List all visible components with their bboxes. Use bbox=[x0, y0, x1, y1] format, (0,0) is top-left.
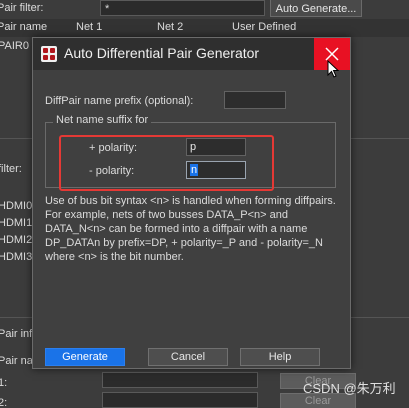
watermark: CSDN @朱万利 bbox=[303, 381, 396, 396]
cancel-button[interactable]: Cancel bbox=[148, 348, 228, 366]
suffix-group-title: Net name suffix for bbox=[53, 114, 152, 126]
help-button[interactable]: Help bbox=[240, 348, 320, 366]
pair-table-header: Pair name Net 1 Net 2 User Defined bbox=[0, 19, 409, 37]
column-net2[interactable]: Net 2 bbox=[157, 21, 183, 33]
generate-button[interactable]: Generate bbox=[45, 348, 125, 366]
column-user-defined[interactable]: User Defined bbox=[232, 21, 296, 33]
dialog-titlebar[interactable]: Auto Differential Pair Generator bbox=[33, 38, 350, 70]
net2-input[interactable] bbox=[102, 392, 258, 408]
help-text: Use of bus bit syntax <n> is handled whe… bbox=[45, 195, 336, 263]
close-icon bbox=[325, 47, 339, 61]
net-list-item[interactable]: HDMI0 bbox=[0, 200, 32, 212]
net-filter-label: filter: bbox=[0, 163, 22, 175]
net-list-item[interactable]: HDMI2 bbox=[0, 234, 32, 246]
mouse-cursor-icon bbox=[327, 60, 339, 78]
net-list-item[interactable]: HDMI3 bbox=[0, 251, 32, 263]
auto-generate-button[interactable]: Auto Generate... bbox=[270, 0, 362, 17]
pair-filter-input[interactable]: * bbox=[100, 0, 265, 16]
pair-row[interactable]: PAIR0 bbox=[0, 40, 29, 52]
net1-input[interactable] bbox=[102, 372, 258, 388]
column-pair-name[interactable]: Pair name bbox=[0, 21, 47, 33]
net2-label: 2: bbox=[0, 397, 8, 408]
highlight-annotation bbox=[59, 135, 274, 191]
pair-name-label: Pair na bbox=[0, 355, 33, 367]
column-net1[interactable]: Net 1 bbox=[76, 21, 102, 33]
prefix-input[interactable] bbox=[224, 91, 286, 109]
app-icon bbox=[41, 46, 57, 62]
net-list-item[interactable]: HDMI1 bbox=[0, 217, 32, 229]
prefix-label: DiffPair name prefix (optional): bbox=[45, 95, 194, 107]
net1-label: 1: bbox=[0, 377, 8, 389]
dialog-title: Auto Differential Pair Generator bbox=[64, 45, 260, 61]
pair-filter-label: Pair filter: bbox=[0, 2, 44, 14]
auto-diffpair-dialog: Auto Differential Pair Generator DiffPai… bbox=[32, 37, 351, 369]
